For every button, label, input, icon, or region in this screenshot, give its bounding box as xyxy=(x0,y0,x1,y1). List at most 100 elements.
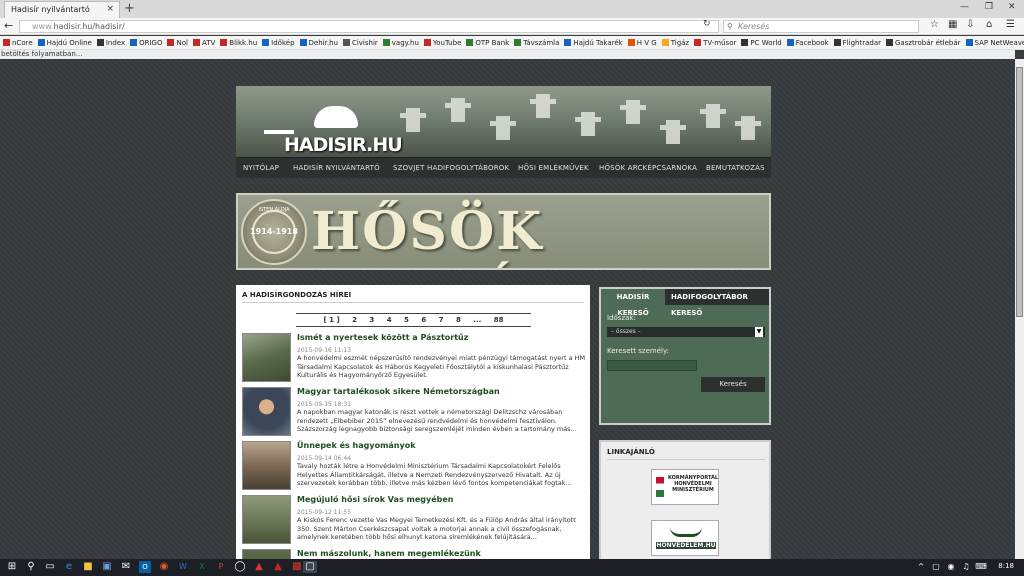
download-icon[interactable]: ⇩ xyxy=(966,19,974,30)
bookmark-item[interactable]: Gasztrobár étlebár xyxy=(886,36,961,49)
bookmark-item[interactable]: Civishir xyxy=(342,36,378,49)
firefox-icon[interactable]: ◉ xyxy=(158,561,170,573)
outlook-icon[interactable]: O xyxy=(139,561,151,573)
page-link[interactable]: 6 xyxy=(421,316,426,324)
back-icon[interactable]: ← xyxy=(4,19,13,32)
clock[interactable]: 8:18 xyxy=(998,562,1014,570)
store-icon[interactable]: ▣ xyxy=(101,561,113,573)
edge-icon[interactable]: e xyxy=(63,561,75,573)
bookmark-item[interactable]: ORIGO xyxy=(130,36,162,49)
browser-tab[interactable]: Hadisír nyilvántartó × xyxy=(4,1,120,18)
news-thumbnail[interactable] xyxy=(242,441,291,490)
bookmark-item[interactable]: Tigáz xyxy=(661,36,689,49)
bookmark-item[interactable]: vagy.hu xyxy=(382,36,419,49)
page-link[interactable]: 8 xyxy=(456,316,461,324)
tab-pow-camp-search[interactable]: HADIFOGOLYTÁBOR KERESŐ xyxy=(671,289,769,321)
bookmark-item[interactable]: Dehir.hu xyxy=(299,36,338,49)
news-title[interactable]: Megújuló hősi sírok Vas megyében xyxy=(297,495,453,504)
start-icon[interactable]: ⊞ xyxy=(6,561,18,573)
tray-chevron-icon[interactable]: ^ xyxy=(915,561,927,573)
reload-icon[interactable]: ↻ xyxy=(703,19,711,29)
news-title[interactable]: Ismét a nyertesek között a Pásztortűz xyxy=(297,333,468,342)
page-link[interactable]: 4 xyxy=(387,316,392,324)
news-thumbnail[interactable] xyxy=(242,495,291,544)
scrollbar-thumb[interactable] xyxy=(1016,67,1023,317)
news-thumbnail[interactable] xyxy=(242,549,291,559)
close-tab-icon[interactable]: × xyxy=(106,4,114,14)
reading-list-icon[interactable]: ▦ xyxy=(948,19,957,30)
bookmark-star-icon[interactable]: ☆ xyxy=(930,19,939,30)
menu-item-home[interactable]: NYITÓLAP xyxy=(243,164,279,172)
bookmark-item[interactable]: OTP Bank xyxy=(466,36,509,49)
mail-icon[interactable]: ✉ xyxy=(120,561,132,573)
restore-icon[interactable]: ❐ xyxy=(985,2,993,12)
link-honvedelem[interactable]: HONVEDELEM.HU xyxy=(651,520,719,556)
bookmark-item[interactable]: ATV xyxy=(192,36,215,49)
keyboard-icon[interactable]: ⌨ xyxy=(975,561,987,573)
bookmark-item[interactable]: H V G xyxy=(627,36,657,49)
bookmark-item[interactable]: YouTube xyxy=(423,36,461,49)
bookmark-item[interactable]: PC World xyxy=(741,36,782,49)
bookmark-item[interactable]: nCore xyxy=(3,36,33,49)
bookmark-item[interactable]: TV-műsor xyxy=(694,36,736,49)
page-link[interactable]: 3 xyxy=(369,316,374,324)
page-link[interactable]: 2 xyxy=(352,316,357,324)
banner-title: HŐSÖK NAPTÁRA xyxy=(311,201,610,268)
bookmark-item[interactable]: Flightradar xyxy=(833,36,881,49)
period-select[interactable]: – összes – ▼ xyxy=(607,327,765,337)
excel-icon[interactable]: X xyxy=(196,561,208,573)
news-thumbnail[interactable] xyxy=(242,333,291,382)
bookmark-item[interactable]: Blikk.hu xyxy=(220,36,257,49)
task-view-icon[interactable]: ▭ xyxy=(44,561,56,573)
menu-item-portrait-gallery[interactable]: HŐSÖK ARCKÉPCSARNOKA xyxy=(599,164,697,172)
news-title[interactable]: Magyar tartalékosok sikere Németországba… xyxy=(297,387,500,396)
bookmark-item[interactable]: Időkép xyxy=(262,36,295,49)
search-icon[interactable]: ⚲ xyxy=(25,561,37,573)
menu-item-grave-registry[interactable]: HADISÍR NYILVÁNTARTÓ xyxy=(293,164,380,172)
active-app-icon[interactable]: ▢ xyxy=(303,561,317,573)
bookmark-item[interactable]: Index xyxy=(96,36,125,49)
link-kormanyportal[interactable]: KORMÁNYPORTÁL HONVÉDELMI MINISZTÉRIUM xyxy=(651,469,719,505)
site-logo[interactable]: HADISIR.HU xyxy=(254,96,403,156)
scrollbar[interactable] xyxy=(1015,59,1024,559)
bookmark-item[interactable]: Hajdú Takarék xyxy=(564,36,623,49)
links-heading: LINKAJÁNLÓ xyxy=(607,448,655,456)
wifi-icon[interactable]: ◉ xyxy=(945,561,957,573)
volume-icon[interactable]: ♫ xyxy=(960,561,972,573)
menu-icon[interactable]: ☰ xyxy=(1006,19,1015,30)
news-title[interactable]: Nem mászolunk, hanem megemlékezünk xyxy=(297,549,481,558)
bookmark-item[interactable]: Facebook xyxy=(786,36,829,49)
app-icon[interactable]: ◯ xyxy=(234,561,246,573)
link-kormanyportal-text: KORMÁNYPORTÁL HONVÉDELMI MINISZTÉRIUM xyxy=(668,475,719,493)
bookmark-item[interactable]: Hajdú Online xyxy=(37,36,92,49)
person-input[interactable] xyxy=(607,360,697,371)
powerpoint-icon[interactable]: P xyxy=(215,561,227,573)
new-tab-icon[interactable]: + xyxy=(124,1,135,16)
menu-item-pow-camps[interactable]: SZOVJET HADIFOGOLYTÁBOROK xyxy=(393,164,509,172)
acrobat-icon[interactable]: ▲ xyxy=(272,561,284,573)
bookmark-item[interactable]: SAP NetWeaver Portal xyxy=(965,36,1024,49)
heroes-calendar-banner[interactable]: ISTEN ÁLDJA 1914-1918 HŐSÖK NAPTÁRA xyxy=(236,193,771,270)
network-icon[interactable]: ▢ xyxy=(930,561,942,573)
news-thumbnail[interactable] xyxy=(242,387,291,436)
home-icon[interactable]: ⌂ xyxy=(986,19,992,30)
app-icon[interactable]: ▲ xyxy=(253,561,265,573)
news-title[interactable]: Ünnepek és hagyományok xyxy=(297,441,416,450)
bookmark-item[interactable]: Nol xyxy=(167,36,188,49)
search-button[interactable]: Keresés xyxy=(701,377,765,392)
page-link[interactable]: 88 xyxy=(494,316,504,324)
minimize-icon[interactable]: — xyxy=(960,2,969,12)
page-link[interactable]: 5 xyxy=(404,316,409,324)
bookmark-item[interactable]: Távszámla xyxy=(514,36,559,49)
menu-item-memorials[interactable]: HŐSI EMLÉKMŰVEK xyxy=(518,164,589,172)
app-icon[interactable]: ▩ xyxy=(291,561,303,573)
browser-search-input[interactable]: ⚲ Keresés xyxy=(723,20,919,33)
close-window-icon[interactable]: ✕ xyxy=(1008,2,1016,12)
url-field[interactable]: www.hadisir.hu/hadisir/ xyxy=(19,20,719,33)
word-icon[interactable]: W xyxy=(177,561,189,573)
menu-item-about[interactable]: BEMUTATKOZÁS xyxy=(706,164,765,172)
explorer-icon[interactable]: ■ xyxy=(82,561,94,573)
page-link[interactable]: 7 xyxy=(439,316,444,324)
tab-grave-search[interactable]: HADISÍR KERESŐ xyxy=(601,289,665,317)
search-placeholder: Keresés xyxy=(738,22,770,31)
